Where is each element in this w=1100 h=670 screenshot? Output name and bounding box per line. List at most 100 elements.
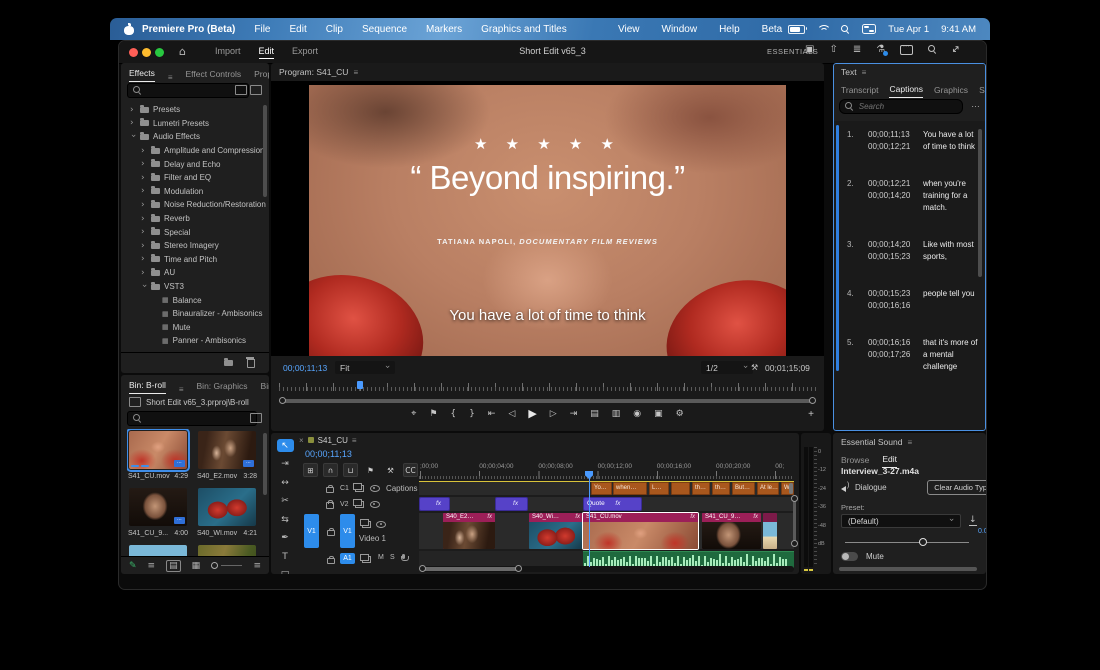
caption-clip[interactable]: But… (732, 482, 755, 495)
step-back-icon[interactable]: ◁ (508, 409, 515, 419)
tree-item-reverb[interactable]: ›Reverb (121, 212, 269, 226)
audio-type-label[interactable]: Dialogue (855, 483, 887, 492)
tree-item-audio-effects[interactable]: ›Audio Effects (121, 130, 269, 144)
disclosure-icon[interactable]: › (141, 200, 147, 210)
clip-thumbnail[interactable]: ⋯ (198, 431, 256, 469)
menu-item-graphics-and-titles[interactable]: Graphics and Titles (481, 24, 567, 35)
tree-item-stereo-imagery[interactable]: ›Stereo Imagery (121, 239, 269, 253)
video-clip-s41-cu-mov[interactable]: S41_CU.movfx (583, 513, 698, 549)
disclosure-icon[interactable]: › (141, 254, 147, 264)
captions-search-input[interactable] (857, 101, 957, 112)
go-to-out-icon[interactable]: ⇥ (570, 409, 578, 419)
mic-icon[interactable] (402, 554, 405, 559)
caption-clip[interactable]: th… (692, 482, 710, 495)
disclosure-icon[interactable]: › (141, 268, 147, 278)
lock-icon[interactable] (326, 502, 334, 509)
disclosure-icon[interactable]: › (139, 284, 149, 290)
menu-item-window[interactable]: Window (662, 24, 698, 35)
clip-thumbnail[interactable]: ⋯ (129, 431, 187, 469)
settings-icon[interactable]: ⚙ (676, 409, 684, 419)
disclosure-icon[interactable]: › (130, 105, 136, 115)
bin-clip-s41-cu-9[interactable]: ⋯S41_CU_9...4:00 (127, 486, 189, 537)
panel-menu-icon[interactable]: ≡ (353, 68, 358, 77)
playhead[interactable] (589, 472, 590, 567)
sync-lock-icon[interactable] (355, 485, 364, 492)
lift-icon[interactable]: ▤ (590, 409, 599, 419)
mute-track-button[interactable]: M (378, 554, 384, 561)
bin-clip-s41-cu-mov[interactable]: ⋯S41_CU.mov4:29 (127, 429, 189, 480)
go-to-in-icon[interactable]: ⇤ (488, 409, 496, 419)
source-patch-v1-button[interactable]: V1 (304, 514, 319, 548)
extract-icon[interactable]: ▥ (612, 409, 621, 419)
menu-item-markers[interactable]: Markers (426, 24, 462, 35)
captions-search[interactable] (839, 99, 963, 114)
caption-clip[interactable]: L… (649, 482, 669, 495)
caption-list-item[interactable]: 1.00;00;11;1300;00;12;21You have a lot o… (833, 129, 986, 153)
tree-item-vst3[interactable]: ›VST3 (121, 280, 269, 294)
disclosure-icon[interactable]: › (141, 241, 147, 251)
new-custom-bin-icon[interactable] (224, 360, 233, 366)
caption-text[interactable]: that it's more of a mental challenge (923, 337, 978, 373)
disclosure-icon[interactable]: › (141, 186, 147, 196)
stacked-panels-icon[interactable]: ≣ (853, 44, 861, 55)
menu-item-help[interactable]: Help (719, 24, 740, 35)
bin-search-input[interactable] (145, 413, 251, 424)
v1-track-button[interactable]: V1 (340, 514, 355, 548)
panel-menu-icon[interactable]: ≡ (179, 385, 184, 394)
captions-track-name[interactable]: Captions (386, 484, 418, 493)
caption-text[interactable]: when you're training for a match. (923, 178, 978, 214)
effects-scrollbar[interactable] (263, 105, 267, 197)
tree-item-lumetri-presets[interactable]: ›Lumetri Presets (121, 117, 269, 131)
close-sequence-icon[interactable]: × (299, 436, 304, 445)
tree-item-filter-and-eq[interactable]: ›Filter and EQ (121, 171, 269, 185)
lock-icon[interactable] (327, 558, 335, 565)
caption-clip[interactable]: At le… (757, 482, 779, 495)
panel-menu-icon[interactable]: ≡ (862, 68, 867, 77)
bin-clip-item[interactable] (127, 543, 189, 557)
tab-effect-controls[interactable]: Effect Controls (186, 69, 242, 82)
clip-thumbnail[interactable] (198, 488, 256, 526)
ripple-edit-tool[interactable]: ↔ (277, 476, 294, 489)
playback-resolution-dropdown[interactable]: 1/2› (701, 361, 753, 374)
tree-item-panner-ambisonics[interactable]: ▦Panner - Ambisonics (121, 334, 269, 348)
tree-item-amplitude-and-compression[interactable]: ›Amplitude and Compression (121, 144, 269, 158)
beta-lab-icon[interactable]: ⚗ (876, 44, 885, 55)
monitor-playhead[interactable] (357, 381, 363, 389)
preset-dropdown[interactable]: (Default) › (841, 514, 961, 528)
clear-audio-type-button[interactable]: Clear Audio Typ (927, 480, 986, 495)
disclosure-icon[interactable]: › (141, 214, 147, 224)
video1-track-name[interactable]: Video 1 (359, 534, 386, 543)
tree-item-noise-reduction-restoration[interactable]: ›Noise Reduction/Restoration (121, 198, 269, 212)
delete-custom-item-icon[interactable] (247, 359, 255, 368)
tree-item-special[interactable]: ›Special (121, 225, 269, 239)
add-marker-icon[interactable]: ⚑ (429, 409, 437, 419)
timeline-horizontal-scrollbar[interactable] (419, 566, 794, 572)
step-forward-icon[interactable]: ▷ (550, 409, 557, 419)
playhead-timecode[interactable]: 00;00;11;13 (283, 363, 327, 373)
lock-icon[interactable] (326, 487, 334, 494)
razor-tool[interactable]: ✂ (277, 495, 294, 508)
type-tool[interactable]: T (277, 550, 294, 563)
play-icon[interactable]: ▶ (528, 407, 536, 420)
bit-depth-filter-icon[interactable] (250, 85, 262, 95)
caption-timecodes[interactable]: 00;00;14;2000;00;15;23 (868, 239, 920, 263)
graphic-clip[interactable]: fx (419, 497, 450, 511)
bin-clip-item[interactable] (196, 543, 258, 557)
caption-timecodes[interactable]: 00;00;15;2300;00;16;16 (868, 288, 920, 312)
timeline-vertical-scrollbar[interactable] (792, 495, 797, 547)
effects-search-input[interactable] (145, 85, 243, 96)
a1-track-button[interactable]: A1 (340, 553, 355, 564)
tree-item-presets[interactable]: ›Presets (121, 103, 269, 117)
caption-text[interactable]: Like with most sports, (923, 239, 978, 263)
menubar-date[interactable]: Tue Apr 1 (888, 24, 929, 35)
control-center-icon[interactable] (862, 24, 876, 34)
mute-toggle[interactable] (841, 552, 858, 561)
edit-proxies-icon[interactable]: ✎ (129, 561, 137, 571)
pen-tool[interactable]: ✒ (277, 532, 294, 545)
tab-propertie[interactable]: Propertie (254, 69, 269, 82)
video-clip-s40-e2[interactable]: S40_E2…fx (443, 513, 495, 549)
track-select-tool[interactable]: ⇥ (277, 458, 294, 471)
caption-list-item[interactable]: 4.00;00;15;2300;00;16;16people tell you (833, 288, 986, 312)
video-clip-item[interactable] (763, 513, 777, 549)
panel-menu-icon[interactable]: ≡ (352, 436, 357, 445)
